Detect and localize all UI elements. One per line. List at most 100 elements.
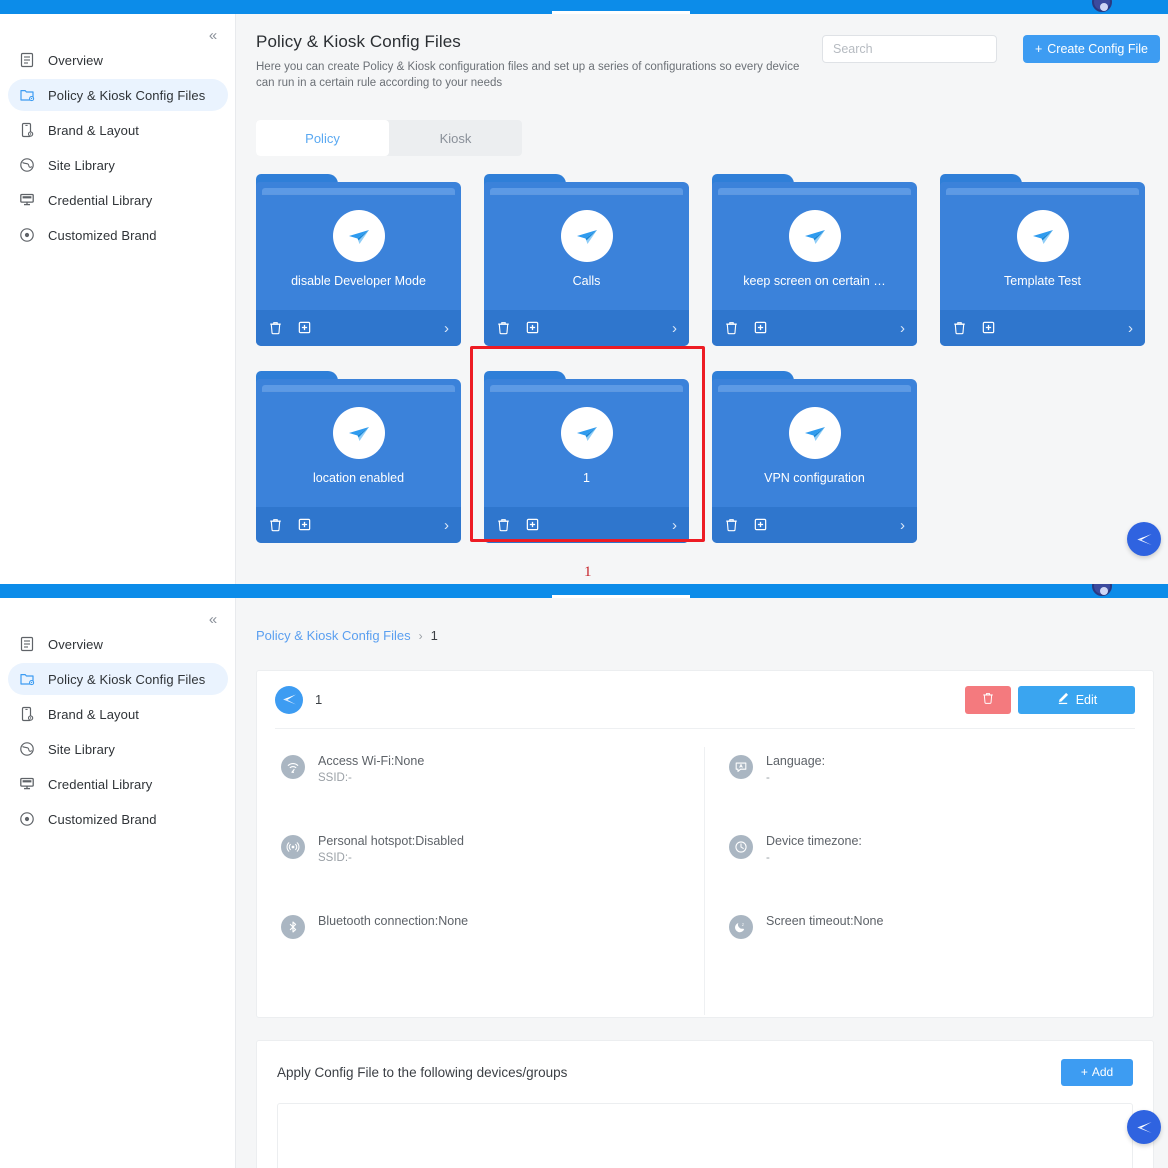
detail-text: Personal hotspot:Disabled SSID:- xyxy=(318,833,464,866)
sidebar-item-label: Brand & Layout xyxy=(48,706,140,722)
config-plane-icon xyxy=(560,210,613,262)
sidebar-item-overview[interactable]: Overview xyxy=(8,628,228,660)
apply-config-title: Apply Config File to the following devic… xyxy=(277,1064,568,1080)
folder-lip-shape xyxy=(718,188,911,194)
delete-config-button[interactable] xyxy=(965,685,1011,714)
tab-kiosk[interactable]: Kiosk xyxy=(389,120,522,156)
detail-row: Bluetooth connection:None xyxy=(281,907,680,987)
folder-row: disable Developer Mode › Calls › keep sc… xyxy=(256,174,1156,346)
user-avatar[interactable] xyxy=(1092,0,1112,12)
sidebar-item-policy-kiosk-config-files[interactable]: Policy & Kiosk Config Files xyxy=(8,79,228,111)
screen-timeout-icon: z xyxy=(729,915,753,939)
chevron-right-icon[interactable]: › xyxy=(444,321,449,336)
trash-icon[interactable] xyxy=(496,320,513,337)
list-view-panel: « Overview Policy & Kiosk Config Files B… xyxy=(0,0,1168,584)
device-config-icon xyxy=(16,119,38,141)
folder-name: 1 xyxy=(583,471,590,485)
plus-icon: + xyxy=(1034,42,1043,56)
trash-icon[interactable] xyxy=(724,320,741,337)
trash-icon[interactable] xyxy=(496,517,513,534)
sidebar-item-overview[interactable]: Overview xyxy=(8,44,228,76)
config-detail-column-left: Access Wi-Fi:None SSID:- Personal hotspo… xyxy=(257,747,705,1015)
sidebar-collapse-icon[interactable]: « xyxy=(203,26,223,46)
folder-lip-shape xyxy=(262,385,455,391)
folder-actions: › xyxy=(712,507,917,543)
config-folder-card[interactable]: disable Developer Mode › xyxy=(256,174,461,346)
config-folder-card-highlighted[interactable]: 1 › xyxy=(484,371,689,543)
sidebar-nav: Overview Policy & Kiosk Config Files Bra… xyxy=(0,628,236,838)
breadcrumb-parent-link[interactable]: Policy & Kiosk Config Files xyxy=(256,628,411,643)
duplicate-icon[interactable] xyxy=(525,320,542,337)
config-folder-card[interactable]: location enabled › xyxy=(256,371,461,543)
detail-row: Access Wi-Fi:None SSID:- xyxy=(281,747,680,827)
sidebar-item-label: Site Library xyxy=(48,157,115,173)
detail-sub-text: SSID:- xyxy=(318,772,352,784)
duplicate-icon[interactable] xyxy=(297,517,314,534)
detail-main-text: Device timezone: xyxy=(766,834,862,848)
config-folder-card[interactable]: Template Test › xyxy=(940,174,1145,346)
user-avatar[interactable] xyxy=(1092,584,1112,596)
detail-sub-text: SSID:- xyxy=(318,852,352,864)
folder-body: 1 › xyxy=(484,379,689,543)
chevron-right-icon[interactable]: › xyxy=(672,518,677,533)
config-folder-card[interactable]: VPN configuration › xyxy=(712,371,917,543)
tab-policy[interactable]: Policy xyxy=(256,120,389,156)
sidebar-item-label: Credential Library xyxy=(48,776,153,792)
sidebar-item-brand-layout[interactable]: Brand & Layout xyxy=(8,698,228,730)
config-detail-header: 1 Edit xyxy=(275,671,1135,729)
sidebar-item-brand-layout[interactable]: Brand & Layout xyxy=(8,114,228,146)
sidebar-item-site-library[interactable]: Site Library xyxy=(8,733,228,765)
duplicate-icon[interactable] xyxy=(753,517,770,534)
breadcrumb: Policy & Kiosk Config Files › 1 xyxy=(256,628,438,643)
folder-name: location enabled xyxy=(312,471,405,485)
sidebar-item-label: Overview xyxy=(48,52,103,68)
folder-body: VPN configuration › xyxy=(712,379,917,543)
create-config-file-button[interactable]: + Create Config File xyxy=(1022,35,1160,63)
chevron-right-icon[interactable]: › xyxy=(1128,321,1133,336)
chevron-right-icon[interactable]: › xyxy=(672,321,677,336)
detail-sub-text: - xyxy=(766,852,770,864)
duplicate-icon[interactable] xyxy=(297,320,314,337)
duplicate-icon[interactable] xyxy=(753,320,770,337)
sidebar-item-label: Policy & Kiosk Config Files xyxy=(48,87,206,103)
config-detail-column-right: Language: - Device timezone: - z Screen … xyxy=(705,747,1153,1015)
chevron-right-icon[interactable]: › xyxy=(900,321,905,336)
duplicate-icon[interactable] xyxy=(525,517,542,534)
apply-config-card: Apply Config File to the following devic… xyxy=(256,1040,1154,1168)
sidebar-item-site-library[interactable]: Site Library xyxy=(8,149,228,181)
trash-icon[interactable] xyxy=(268,320,285,337)
sidebar-item-credential-library[interactable]: Credential Library xyxy=(8,768,228,800)
edit-config-button[interactable]: Edit xyxy=(1018,685,1135,714)
folder-name: disable Developer Mode xyxy=(291,274,426,288)
search-box[interactable] xyxy=(822,35,997,63)
sidebar-item-customized-brand[interactable]: Customized Brand xyxy=(8,803,228,835)
duplicate-icon[interactable] xyxy=(981,320,998,337)
folder-actions: › xyxy=(484,507,689,543)
trash-icon[interactable] xyxy=(952,320,969,337)
sidebar-item-credential-library[interactable]: Credential Library xyxy=(8,184,228,216)
sidebar-item-label: Brand & Layout xyxy=(48,122,140,138)
globe-icon xyxy=(16,154,38,176)
folder-lip-shape xyxy=(718,385,911,391)
floating-support-button[interactable] xyxy=(1127,522,1161,556)
list-view-content: Policy & Kiosk Config Files Here you can… xyxy=(236,14,1168,584)
sidebar-item-policy-kiosk-config-files[interactable]: Policy & Kiosk Config Files xyxy=(8,663,228,695)
folder-body: disable Developer Mode › xyxy=(256,182,461,346)
chevron-right-icon[interactable]: › xyxy=(444,518,449,533)
trash-icon[interactable] xyxy=(724,517,741,534)
folder-body: Template Test › xyxy=(940,182,1145,346)
trash-icon[interactable] xyxy=(268,517,285,534)
detail-row: Device timezone: - xyxy=(729,827,1129,907)
detail-main-text: Bluetooth connection:None xyxy=(318,914,469,928)
config-name: 1 xyxy=(315,692,323,707)
sidebar-item-customized-brand[interactable]: Customized Brand xyxy=(8,219,228,251)
create-config-file-label: Create Config File xyxy=(1047,42,1148,56)
config-folder-card[interactable]: keep screen on certain … › xyxy=(712,174,917,346)
add-device-group-button[interactable]: + Add xyxy=(1061,1058,1133,1086)
chevron-right-icon[interactable]: › xyxy=(900,518,905,533)
floating-support-button[interactable] xyxy=(1127,1110,1161,1144)
search-input[interactable] xyxy=(823,36,996,62)
config-folder-card[interactable]: Calls › xyxy=(484,174,689,346)
folder-lip-shape xyxy=(946,188,1139,194)
sidebar-collapse-icon[interactable]: « xyxy=(203,610,223,630)
